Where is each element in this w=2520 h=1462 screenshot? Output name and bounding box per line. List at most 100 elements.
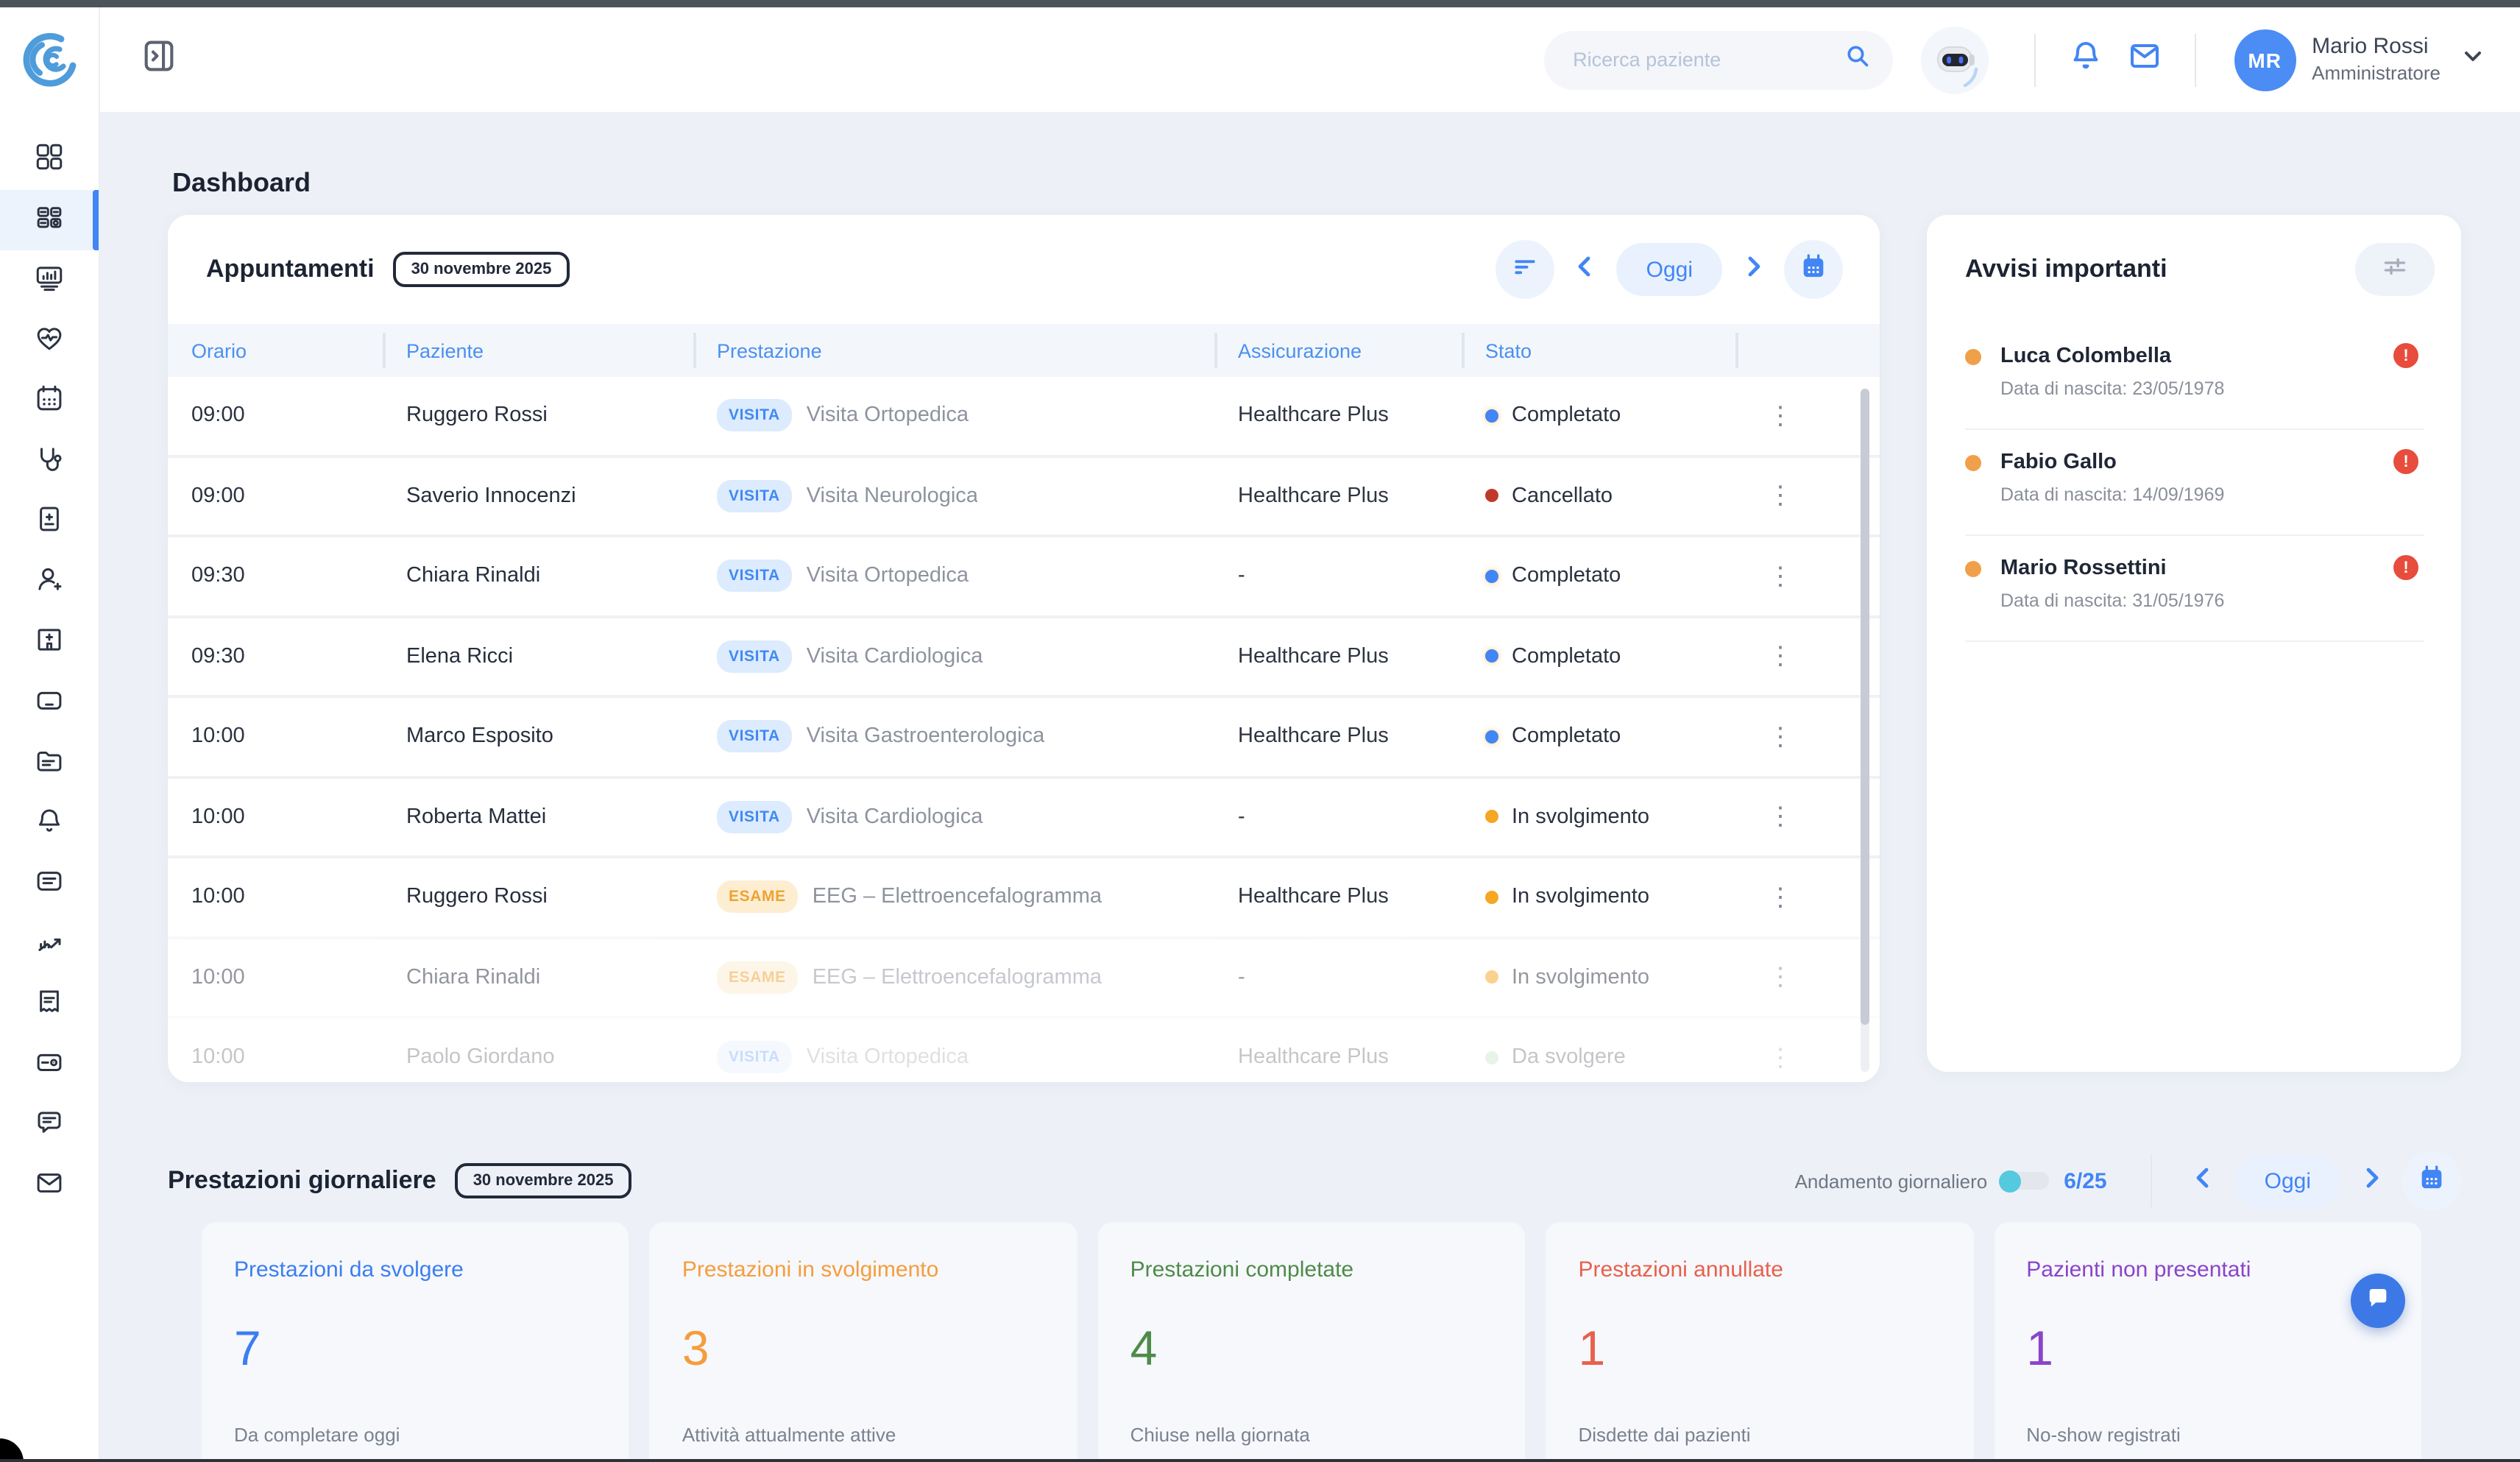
window-bottom-edge — [0, 1459, 2520, 1462]
appointment-service: Visita Ortopedica — [807, 1046, 969, 1070]
column-header-stato[interactable]: Stato — [1462, 324, 1735, 377]
row-menu-button[interactable]: ⋮ — [1759, 721, 1802, 752]
appointments-date-badge: 30 novembre 2025 — [394, 252, 570, 287]
sidebar-item-mail[interactable] — [0, 1156, 99, 1216]
appointment-status: Completato — [1512, 404, 1621, 428]
previous-day-button[interactable] — [1564, 247, 1608, 292]
scrollbar-thumb[interactable] — [1861, 389, 1869, 1025]
row-menu-button[interactable]: ⋮ — [1759, 400, 1802, 431]
calendar-icon — [1799, 251, 1828, 288]
assistant-robot-button[interactable] — [1919, 24, 1989, 95]
sidebar-item-statistics[interactable] — [0, 250, 99, 311]
alert-list-item: Mario Rossettini Data di nascita: 31/05/… — [1965, 536, 2424, 642]
chat-fab-button[interactable] — [2351, 1274, 2405, 1328]
sidebar-collapse-button[interactable] — [137, 38, 181, 82]
bell-icon — [34, 805, 65, 843]
sidebar-item-documents[interactable] — [0, 733, 99, 794]
table-row: 10:00 Ruggero Rossi ESAME EEG – Elettroe… — [168, 855, 1880, 936]
daily-today-button[interactable]: Oggi — [2235, 1154, 2340, 1207]
appointment-insurance: - — [1214, 565, 1462, 588]
appointment-time: 10:00 — [168, 805, 383, 829]
chat-bubble-icon — [2365, 1285, 2390, 1317]
table-row: 10:00 Marco Esposito VISITA Visita Gastr… — [168, 695, 1880, 775]
daily-trend-label: Andamento giornaliero — [1795, 1170, 1988, 1192]
stat-card-title: Prestazioni in svolgimento — [682, 1257, 1045, 1282]
appointment-service: Visita Gastroenterologica — [807, 725, 1045, 749]
sidebar-item-dashboard[interactable] — [0, 130, 99, 190]
sidebar-item-calendar[interactable] — [0, 371, 99, 431]
chat-icon — [34, 1106, 65, 1145]
sidebar-item-health[interactable] — [0, 311, 99, 371]
sidebar-item-receipts[interactable] — [0, 975, 99, 1035]
status-dot — [1485, 570, 1498, 583]
column-header-prestazione[interactable]: Prestazione — [693, 324, 1214, 377]
status-dot — [1485, 1051, 1498, 1064]
alert-warning-badge: ! — [2393, 343, 2418, 368]
monitor-stats-icon — [34, 261, 65, 300]
sidebar-item-prescriptions[interactable] — [0, 492, 99, 552]
calendar-picker-button[interactable] — [1784, 240, 1843, 299]
appointment-type-badge: VISITA — [717, 640, 792, 673]
column-header-assicurazione[interactable]: Assicurazione — [1214, 324, 1462, 377]
sidebar-item-journal[interactable] — [0, 854, 99, 914]
row-menu-button[interactable]: ⋮ — [1759, 962, 1802, 993]
user-role: Amministratore — [2312, 62, 2441, 86]
today-button[interactable]: Oggi — [1617, 243, 1722, 296]
sidebar-item-wallet[interactable] — [0, 673, 99, 733]
daily-controls-divider — [2151, 1154, 2153, 1207]
table-row: 09:00 Saverio Innocenzi VISITA Visita Ne… — [168, 454, 1880, 534]
row-menu-button[interactable]: ⋮ — [1759, 641, 1802, 672]
chevron-left-icon — [2191, 1164, 2218, 1198]
search-icon[interactable] — [1842, 41, 1872, 78]
stat-card: Prestazioni completate 4 Chiuse nella gi… — [1098, 1222, 1526, 1462]
appointment-type-badge: VISITA — [717, 1042, 792, 1074]
stat-card-title: Prestazioni annullate — [1578, 1257, 1941, 1282]
stat-card-subtitle: No-show registrati — [2026, 1424, 2389, 1446]
appointment-service: EEG – Elettroencefalogramma — [813, 886, 1102, 909]
status-dot — [1485, 650, 1498, 663]
appointment-patient: Chiara Rinaldi — [383, 966, 693, 989]
appointment-status: In svolgimento — [1512, 805, 1649, 829]
sidebar-item-chat[interactable] — [0, 1095, 99, 1156]
sidebar-item-card-access[interactable] — [0, 1035, 99, 1095]
daily-trend-toggle[interactable] — [2002, 1172, 2049, 1190]
appointment-status: In svolgimento — [1512, 966, 1649, 989]
sidebar-item-overview[interactable] — [0, 190, 99, 250]
row-menu-button[interactable]: ⋮ — [1759, 561, 1802, 592]
notifications-button[interactable] — [2056, 30, 2114, 89]
main-content: Dashboard Appuntamenti 30 novembre 2025 … — [99, 112, 2520, 1462]
appointment-insurance: Healthcare Plus — [1214, 484, 1462, 508]
alert-status-dot — [1965, 561, 1981, 577]
table-row: 09:30 Elena Ricci VISITA Visita Cardiolo… — [168, 615, 1880, 695]
user-name: Mario Rossi — [2312, 34, 2441, 62]
sidebar-item-add-patient[interactable] — [0, 552, 99, 612]
mail-icon — [34, 1167, 65, 1205]
daily-next-button[interactable] — [2349, 1159, 2393, 1203]
column-header-orario[interactable]: Orario — [168, 324, 383, 377]
appointment-service: Visita Cardiologica — [807, 645, 983, 668]
daily-previous-button[interactable] — [2182, 1159, 2226, 1203]
appointment-patient: Saverio Innocenzi — [383, 484, 693, 508]
appointment-patient: Ruggero Rossi — [383, 886, 693, 909]
sidebar-item-visits[interactable] — [0, 431, 99, 492]
sidebar-item-facility[interactable] — [0, 612, 99, 673]
stat-card: Prestazioni da svolgere 7 Da completare … — [202, 1222, 629, 1462]
row-menu-button[interactable]: ⋮ — [1759, 481, 1802, 512]
user-menu[interactable]: MR Mario Rossi Amministratore — [2234, 29, 2485, 91]
messages-button[interactable] — [2114, 30, 2173, 89]
daily-calendar-button[interactable] — [2402, 1151, 2461, 1210]
filter-button[interactable] — [1496, 240, 1555, 299]
row-menu-button[interactable]: ⋮ — [1759, 1042, 1802, 1073]
sidebar-item-trends[interactable] — [0, 914, 99, 975]
next-day-button[interactable] — [1731, 247, 1775, 292]
sidebar-item-notifications[interactable] — [0, 794, 99, 854]
row-menu-button[interactable]: ⋮ — [1759, 802, 1802, 833]
column-header-paziente[interactable]: Paziente — [383, 324, 693, 377]
folder-icon — [34, 744, 65, 783]
row-menu-button[interactable]: ⋮ — [1759, 882, 1802, 913]
appointment-patient: Ruggero Rossi — [383, 404, 693, 428]
alerts-settings-button[interactable] — [2355, 243, 2435, 296]
search-input[interactable] — [1570, 47, 1842, 72]
appointments-card: Appuntamenti 30 novembre 2025 Oggi Orari… — [168, 215, 1880, 1082]
table-row: 09:30 Chiara Rinaldi VISITA Visita Ortop… — [168, 534, 1880, 615]
